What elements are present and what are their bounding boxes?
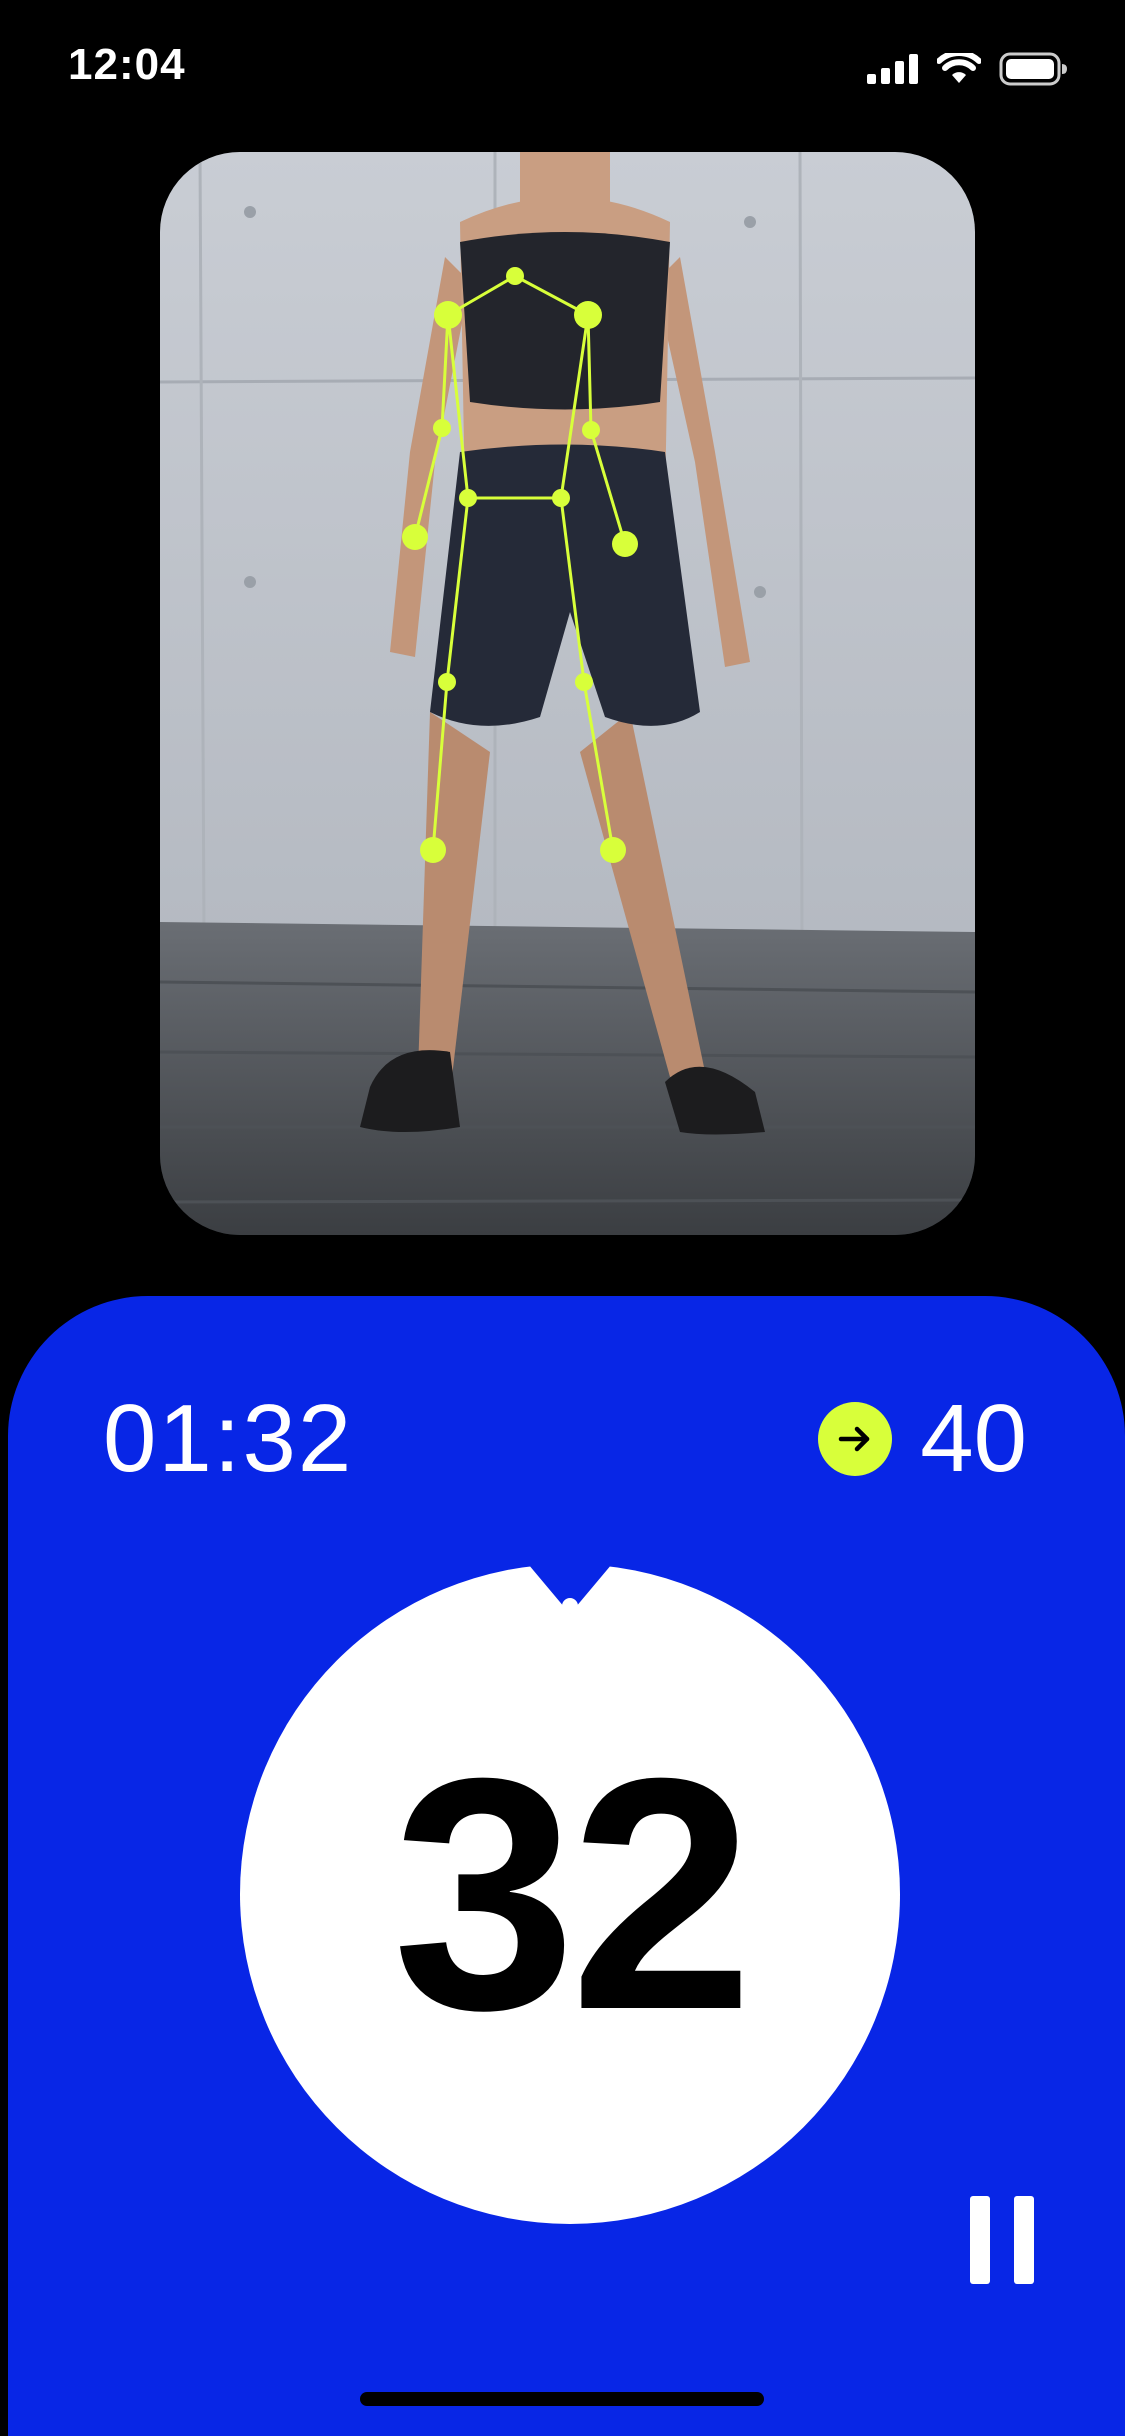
target-reps: 40 [818, 1384, 1027, 1494]
status-icons [867, 52, 1069, 86]
camera-feed-image [160, 152, 975, 1235]
wifi-icon [937, 53, 981, 83]
rep-count: 32 [392, 1709, 753, 2078]
status-bar: 12:04 [0, 0, 1125, 140]
battery-icon [999, 52, 1067, 86]
elapsed-time: 01:32 [103, 1385, 354, 1492]
pause-button[interactable] [968, 2196, 1038, 2284]
home-indicator[interactable] [360, 2392, 764, 2406]
camera-view [160, 152, 975, 1235]
status-time: 12:04 [68, 40, 186, 89]
target-reps-value: 40 [920, 1385, 1027, 1492]
arrow-right-icon [818, 1402, 893, 1476]
cellular-signal-icon [867, 54, 918, 84]
rep-counter: 32 [238, 1552, 902, 2226]
